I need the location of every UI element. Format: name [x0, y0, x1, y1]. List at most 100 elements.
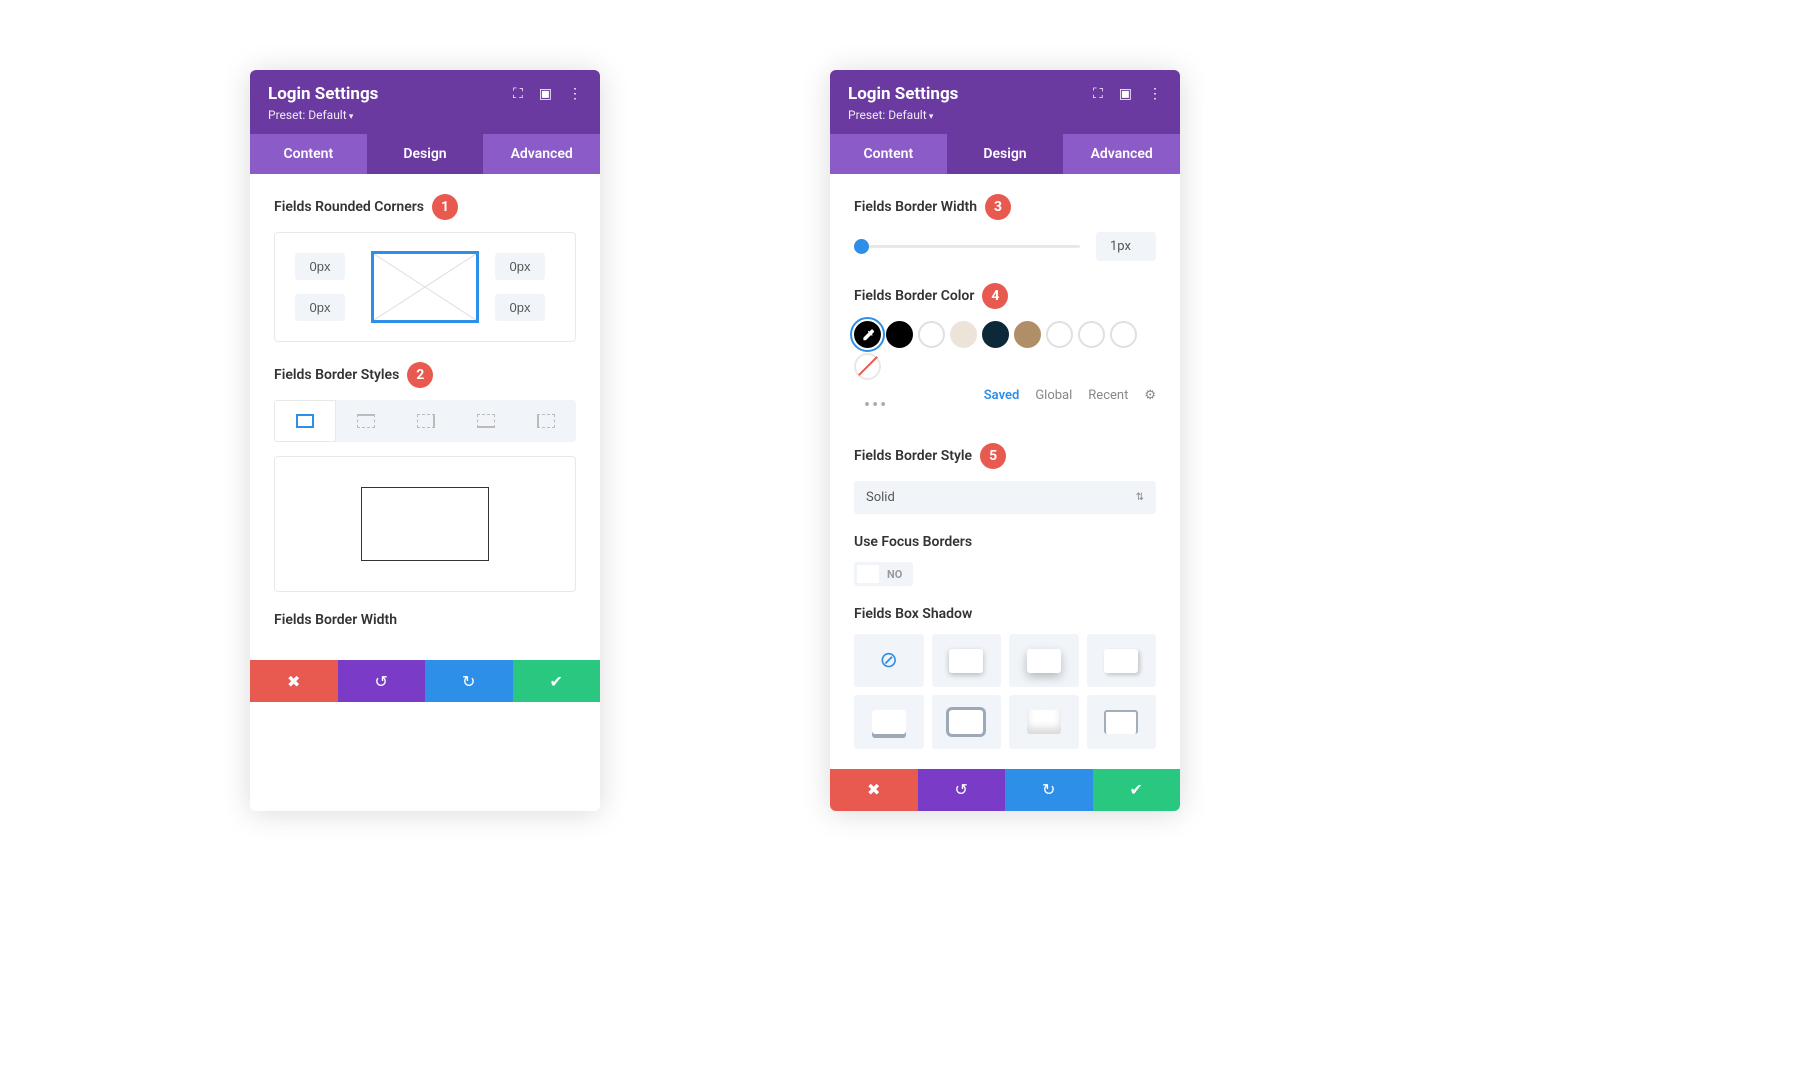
preset-dropdown[interactable]: Preset: Default — [268, 108, 582, 122]
color-tab-saved[interactable]: Saved — [984, 388, 1020, 403]
settings-panel-left: Login Settings ⛶ ▣ ⋮ Preset: Default Con… — [250, 70, 600, 811]
shadow-option-5[interactable] — [932, 695, 1002, 748]
annotation-badge-5: 5 — [980, 443, 1006, 469]
tab-content[interactable]: Content — [830, 134, 947, 174]
color-swatch[interactable] — [1110, 321, 1137, 348]
annotation-badge-1: 1 — [432, 194, 458, 220]
rounded-corners-label: Fields Rounded Corners 1 — [274, 194, 576, 220]
shadow-none[interactable]: ⊘ — [854, 634, 924, 687]
border-style-top[interactable] — [336, 400, 396, 442]
shadow-option-1[interactable] — [932, 634, 1002, 687]
border-style-buttons — [274, 400, 576, 442]
more-icon[interactable]: ⋮ — [568, 86, 582, 102]
toggle-label: NO — [879, 568, 910, 581]
rounded-corners-text: Fields Rounded Corners — [274, 199, 424, 215]
panel-title: Login Settings — [268, 84, 378, 104]
expand-icon[interactable]: ⛶ — [1093, 86, 1103, 102]
shadow-option-2[interactable] — [1009, 634, 1079, 687]
gear-icon[interactable]: ⚙ — [1144, 388, 1156, 403]
header-icons: ⛶ ▣ ⋮ — [1093, 86, 1162, 102]
eyedropper-swatch[interactable] — [854, 321, 881, 348]
panel-content: Fields Border Width 3 1px Fields Border … — [830, 174, 1180, 769]
shadow-grid: ⊘ — [854, 634, 1156, 749]
border-styles-label: Fields Border Styles 2 — [274, 362, 576, 388]
tab-advanced[interactable]: Advanced — [483, 134, 600, 174]
redo-button[interactable]: ↻ — [425, 660, 513, 702]
redo-button[interactable]: ↻ — [1005, 769, 1093, 811]
border-width-slider[interactable] — [854, 245, 1080, 248]
close-button[interactable]: ✖ — [250, 660, 338, 702]
color-tab-global[interactable]: Global — [1035, 388, 1072, 403]
panel-footer: ✖ ↺ ↻ ✔ — [250, 660, 600, 702]
border-preview-rect — [361, 487, 489, 561]
header-icons: ⛶ ▣ ⋮ — [513, 86, 582, 102]
border-width-text-2: Fields Border Width — [854, 199, 977, 215]
tab-advanced[interactable]: Advanced — [1063, 134, 1180, 174]
corner-top-right[interactable] — [495, 253, 545, 280]
focus-borders-label: Use Focus Borders — [854, 534, 1156, 550]
panel-footer: ✖ ↺ ↻ ✔ — [830, 769, 1180, 811]
swatch-none[interactable] — [854, 353, 881, 380]
border-width-label-2: Fields Border Width 3 — [854, 194, 1156, 220]
annotation-badge-4: 4 — [982, 283, 1008, 309]
color-swatch[interactable] — [918, 321, 945, 348]
undo-button[interactable]: ↺ — [918, 769, 1006, 811]
box-shadow-text: Fields Box Shadow — [854, 606, 972, 622]
corners-preview[interactable] — [371, 251, 479, 323]
annotation-badge-3: 3 — [985, 194, 1011, 220]
color-swatch[interactable] — [1078, 321, 1105, 348]
color-swatch[interactable] — [886, 321, 913, 348]
border-style-right[interactable] — [396, 400, 456, 442]
color-tab-recent[interactable]: Recent — [1088, 388, 1128, 403]
border-styles-text: Fields Border Styles — [274, 367, 399, 383]
corner-bottom-right[interactable] — [495, 294, 545, 321]
slider-thumb[interactable] — [854, 239, 869, 254]
annotation-badge-2: 2 — [407, 362, 433, 388]
border-style-bottom[interactable] — [456, 400, 516, 442]
tab-design[interactable]: Design — [947, 134, 1064, 174]
border-width-slider-row: 1px — [854, 232, 1156, 261]
swatch-list — [886, 321, 1137, 348]
border-width-label-1: Fields Border Width — [274, 612, 576, 628]
corner-bottom-left[interactable] — [295, 294, 345, 321]
help-icon[interactable]: ▣ — [1119, 86, 1132, 102]
border-style-all[interactable] — [274, 400, 336, 442]
border-style-select[interactable]: Solid — [854, 481, 1156, 514]
expand-icon[interactable]: ⛶ — [513, 86, 523, 102]
panel-title: Login Settings — [848, 84, 958, 104]
shadow-option-6[interactable] — [1009, 695, 1079, 748]
close-button[interactable]: ✖ — [830, 769, 918, 811]
help-icon[interactable]: ▣ — [539, 86, 552, 102]
color-swatch[interactable] — [950, 321, 977, 348]
preset-dropdown[interactable]: Preset: Default — [848, 108, 1162, 122]
save-button[interactable]: ✔ — [513, 660, 601, 702]
box-shadow-label: Fields Box Shadow — [854, 606, 1156, 622]
border-width-value[interactable]: 1px — [1096, 232, 1156, 261]
shadow-option-7[interactable] — [1087, 695, 1157, 748]
more-swatches-icon[interactable]: ••• — [854, 395, 888, 416]
tabs: Content Design Advanced — [250, 134, 600, 174]
border-color-label: Fields Border Color 4 — [854, 283, 1156, 309]
color-swatch[interactable] — [1046, 321, 1073, 348]
tabs: Content Design Advanced — [830, 134, 1180, 174]
color-swatch[interactable] — [982, 321, 1009, 348]
border-style-left[interactable] — [516, 400, 576, 442]
border-style-label: Fields Border Style 5 — [854, 443, 1156, 469]
focus-borders-toggle[interactable]: NO — [854, 562, 913, 586]
tab-content[interactable]: Content — [250, 134, 367, 174]
more-icon[interactable]: ⋮ — [1148, 86, 1162, 102]
border-style-value: Solid — [866, 490, 895, 505]
shadow-option-4[interactable] — [854, 695, 924, 748]
tab-design[interactable]: Design — [367, 134, 484, 174]
save-button[interactable]: ✔ — [1093, 769, 1181, 811]
color-swatch[interactable] — [1014, 321, 1041, 348]
color-tabs: Saved Global Recent ⚙ — [984, 388, 1156, 403]
panel-header: Login Settings ⛶ ▣ ⋮ Preset: Default — [250, 70, 600, 134]
panel-content: Fields Rounded Corners 1 Fields Border S… — [250, 174, 600, 660]
undo-button[interactable]: ↺ — [338, 660, 426, 702]
panel-header: Login Settings ⛶ ▣ ⋮ Preset: Default — [830, 70, 1180, 134]
toggle-knob — [857, 565, 879, 583]
corner-top-left[interactable] — [295, 253, 345, 280]
shadow-option-3[interactable] — [1087, 634, 1157, 687]
border-preview-box — [274, 456, 576, 592]
